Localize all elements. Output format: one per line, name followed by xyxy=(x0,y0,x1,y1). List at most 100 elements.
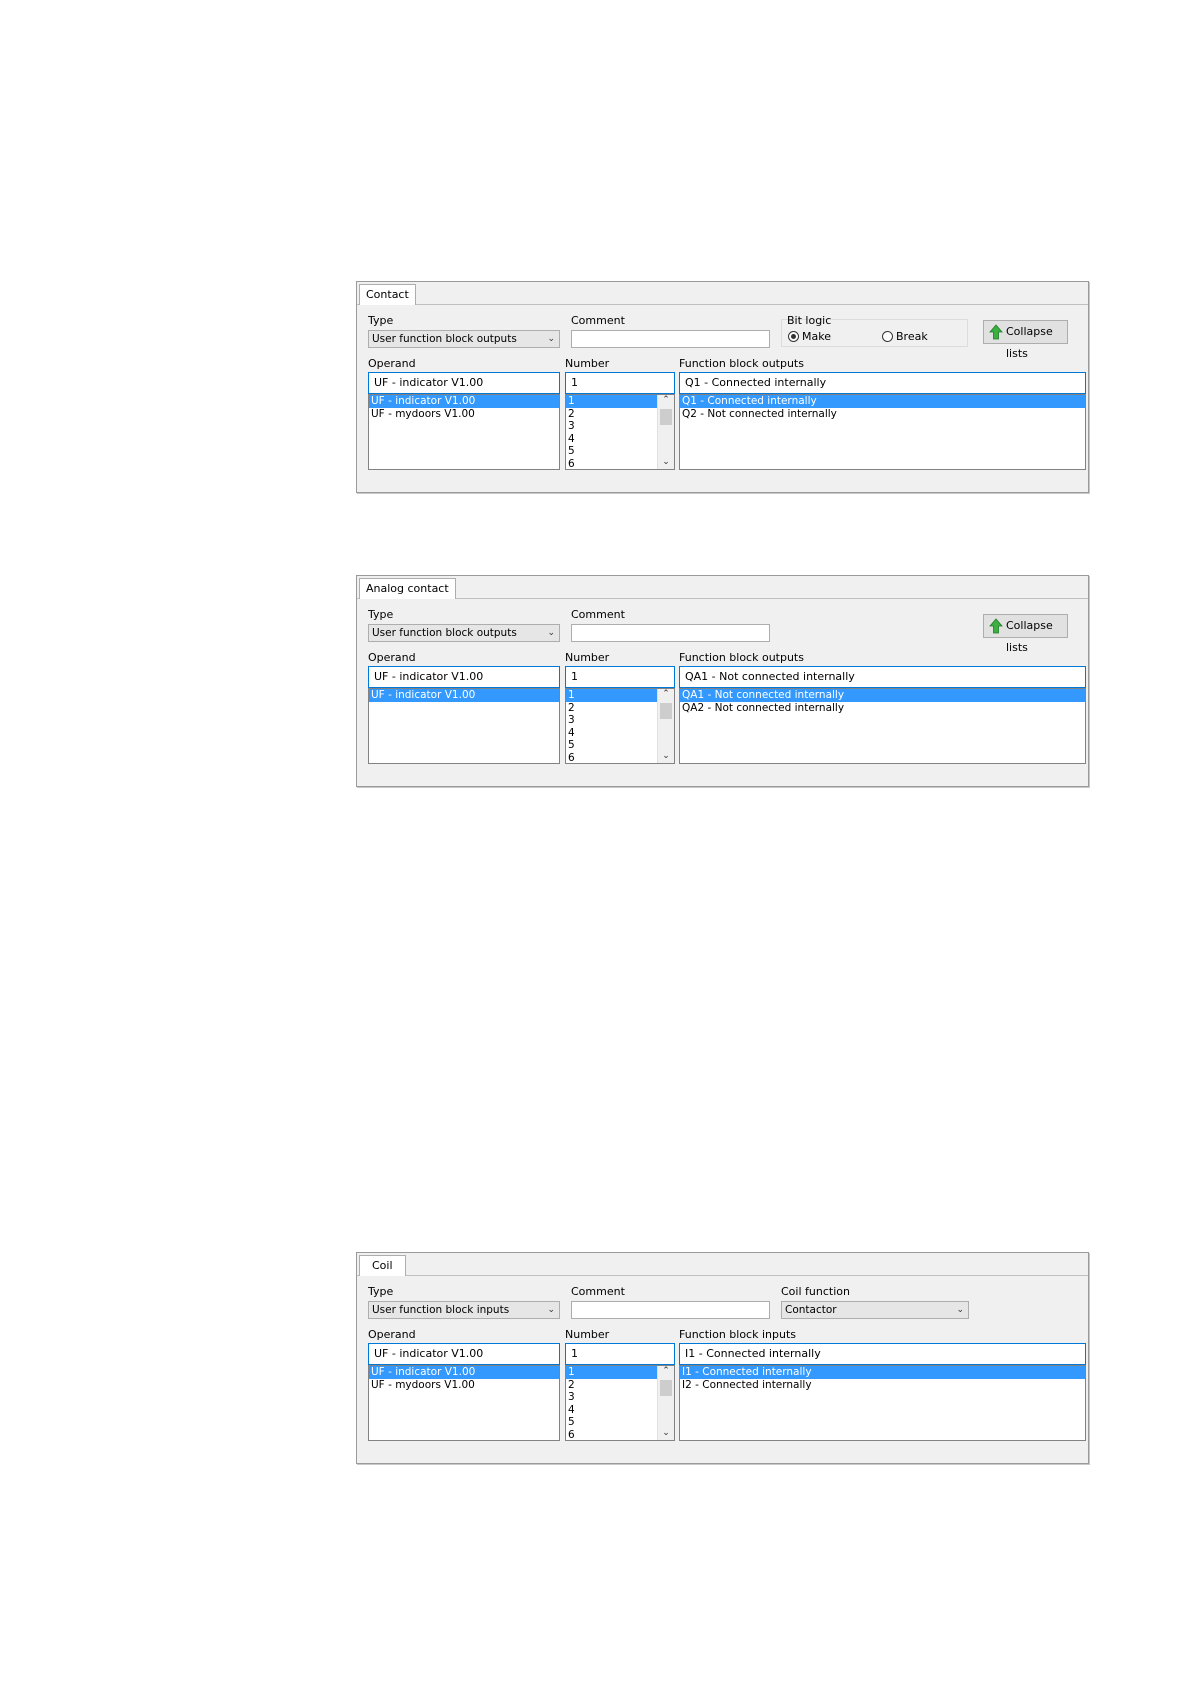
chevron-down-icon: ⌄ xyxy=(547,334,555,344)
function-block-field[interactable]: Q1 - Connected internally xyxy=(679,372,1086,394)
break-radio[interactable] xyxy=(882,331,893,342)
chevron-up-icon[interactable]: ⌃ xyxy=(658,689,674,699)
type-select[interactable]: User function block outputs ⌄ xyxy=(368,330,560,348)
operand-field[interactable]: UF - indicator V1.00 xyxy=(368,372,560,394)
green-up-arrow-icon xyxy=(989,618,1003,634)
list-item[interactable]: 6 xyxy=(566,1429,658,1441)
list-item[interactable]: I1 - Connected internally xyxy=(680,1366,1085,1379)
coil-function-label: Coil function xyxy=(781,1285,850,1298)
list-item[interactable]: UF - indicator V1.00 xyxy=(369,1366,559,1379)
list-item[interactable]: I2 - Connected internally xyxy=(680,1379,1085,1392)
number-field[interactable]: 1 xyxy=(565,372,675,394)
list-item[interactable]: Q1 - Connected internally xyxy=(680,395,1085,408)
tab-coil[interactable]: Coil xyxy=(359,1255,406,1276)
function-block-field[interactable]: QA1 - Not connected internally xyxy=(679,666,1086,688)
comment-input[interactable] xyxy=(571,624,770,642)
tab-strip: Contact xyxy=(357,282,1088,305)
function-block-list[interactable]: Q1 - Connected internally Q2 - Not conne… xyxy=(679,394,1086,470)
chevron-down-icon: ⌄ xyxy=(956,1305,964,1315)
coil-panel: Coil Type User function block inputs ⌄ C… xyxy=(356,1252,1089,1464)
list-item[interactable]: 2 xyxy=(566,408,658,421)
function-block-list[interactable]: QA1 - Not connected internally QA2 - Not… xyxy=(679,688,1086,764)
chevron-down-icon[interactable]: ⌄ xyxy=(658,457,674,467)
analog-contact-panel: Analog contact Type User function block … xyxy=(356,575,1089,787)
list-item[interactable]: 2 xyxy=(566,1379,658,1392)
comment-label: Comment xyxy=(571,314,625,327)
list-item[interactable]: 3 xyxy=(566,420,658,433)
number-list[interactable]: 1 2 3 4 5 6 ⌃ ⌄ xyxy=(565,688,675,764)
list-item[interactable]: Q2 - Not connected internally xyxy=(680,408,1085,421)
list-item[interactable]: 6 xyxy=(566,752,658,764)
list-item[interactable]: 4 xyxy=(566,433,658,446)
number-label: Number xyxy=(565,357,610,370)
operand-list[interactable]: UF - indicator V1.00 UF - mydoors V1.00 xyxy=(368,1365,560,1441)
coil-function-select[interactable]: Contactor ⌄ xyxy=(781,1301,969,1319)
bit-logic-label: Bit logic xyxy=(787,314,832,327)
scrollbar[interactable]: ⌃ ⌄ xyxy=(657,689,674,763)
make-radio[interactable] xyxy=(788,331,799,342)
list-item[interactable]: 5 xyxy=(566,739,658,752)
number-label: Number xyxy=(565,1328,610,1341)
chevron-down-icon: ⌄ xyxy=(547,628,555,638)
operand-label: Operand xyxy=(368,1328,416,1341)
function-block-label: Function block outputs xyxy=(679,357,804,370)
tab-strip: Coil xyxy=(357,1253,1088,1276)
number-list[interactable]: 1 2 3 4 5 6 ⌃ ⌄ xyxy=(565,394,675,470)
tab-contact[interactable]: Contact xyxy=(359,284,416,305)
list-item[interactable]: 3 xyxy=(566,1391,658,1404)
operand-field[interactable]: UF - indicator V1.00 xyxy=(368,666,560,688)
list-item[interactable]: QA2 - Not connected internally xyxy=(680,702,1085,715)
scrollbar-thumb[interactable] xyxy=(660,1380,672,1396)
list-item[interactable]: UF - indicator V1.00 xyxy=(369,395,559,408)
collapse-lists-button[interactable]: Collapse lists xyxy=(983,614,1068,654)
collapse-lists-button[interactable]: Collapse lists xyxy=(983,320,1068,360)
chevron-down-icon[interactable]: ⌄ xyxy=(658,1428,674,1438)
number-field[interactable]: 1 xyxy=(565,1343,675,1365)
collapse-lists-label: Collapse lists xyxy=(1006,325,1053,360)
function-block-field[interactable]: I1 - Connected internally xyxy=(679,1343,1086,1365)
type-select[interactable]: User function block outputs ⌄ xyxy=(368,624,560,642)
list-item[interactable]: 1 xyxy=(566,395,658,408)
scrollbar[interactable]: ⌃ ⌄ xyxy=(657,1366,674,1440)
coil-function-value: Contactor xyxy=(785,1304,837,1316)
contact-panel: Contact Type User function block outputs… xyxy=(356,281,1089,493)
list-item[interactable]: 3 xyxy=(566,714,658,727)
tab-analog-contact[interactable]: Analog contact xyxy=(359,578,456,599)
break-label: Break xyxy=(896,330,928,343)
chevron-down-icon[interactable]: ⌄ xyxy=(658,751,674,761)
chevron-up-icon[interactable]: ⌃ xyxy=(658,395,674,405)
list-item[interactable]: UF - mydoors V1.00 xyxy=(369,1379,559,1392)
operand-label: Operand xyxy=(368,357,416,370)
number-field[interactable]: 1 xyxy=(565,666,675,688)
comment-label: Comment xyxy=(571,608,625,621)
number-label: Number xyxy=(565,651,610,664)
scrollbar-thumb[interactable] xyxy=(660,703,672,719)
number-list[interactable]: 1 2 3 4 5 6 ⌃ ⌄ xyxy=(565,1365,675,1441)
operand-field[interactable]: UF - indicator V1.00 xyxy=(368,1343,560,1365)
comment-input[interactable] xyxy=(571,330,770,348)
type-select-value: User function block outputs xyxy=(372,627,517,639)
type-select[interactable]: User function block inputs ⌄ xyxy=(368,1301,560,1319)
list-item[interactable]: QA1 - Not connected internally xyxy=(680,689,1085,702)
function-block-label: Function block inputs xyxy=(679,1328,796,1341)
make-label: Make xyxy=(802,330,831,343)
operand-list[interactable]: UF - indicator V1.00 xyxy=(368,688,560,764)
scrollbar[interactable]: ⌃ ⌄ xyxy=(657,395,674,469)
chevron-up-icon[interactable]: ⌃ xyxy=(658,1366,674,1376)
list-item[interactable]: 4 xyxy=(566,1404,658,1417)
list-item[interactable]: UF - indicator V1.00 xyxy=(369,689,559,702)
collapse-lists-label: Collapse lists xyxy=(1006,619,1053,654)
list-item[interactable]: 2 xyxy=(566,702,658,715)
function-block-list[interactable]: I1 - Connected internally I2 - Connected… xyxy=(679,1365,1086,1441)
operand-list[interactable]: UF - indicator V1.00 UF - mydoors V1.00 xyxy=(368,394,560,470)
comment-input[interactable] xyxy=(571,1301,770,1319)
list-item[interactable]: 1 xyxy=(566,689,658,702)
list-item[interactable]: 1 xyxy=(566,1366,658,1379)
scrollbar-thumb[interactable] xyxy=(660,409,672,425)
list-item[interactable]: UF - mydoors V1.00 xyxy=(369,408,559,421)
type-select-value: User function block outputs xyxy=(372,333,517,345)
list-item[interactable]: 6 xyxy=(566,458,658,470)
list-item[interactable]: 4 xyxy=(566,727,658,740)
list-item[interactable]: 5 xyxy=(566,445,658,458)
list-item[interactable]: 5 xyxy=(566,1416,658,1429)
